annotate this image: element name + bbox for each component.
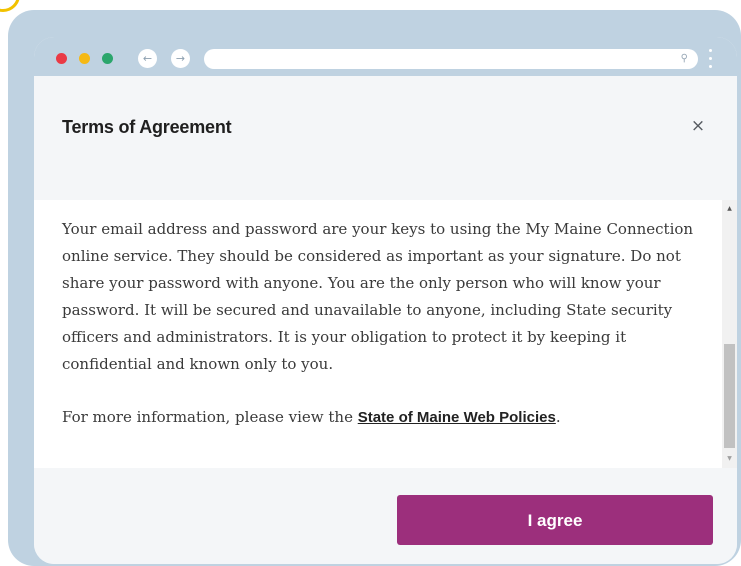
address-bar[interactable]: ⚲ bbox=[204, 49, 698, 69]
device-frame: ← → ⚲ Terms of Agreement × Your email ad… bbox=[8, 10, 741, 566]
scrollbar-thumb[interactable] bbox=[724, 344, 735, 448]
modal-footer: I agree bbox=[34, 468, 737, 564]
more-info-paragraph: For more information, please view the St… bbox=[62, 404, 702, 431]
browser-toolbar: ← → ⚲ bbox=[34, 37, 737, 76]
back-arrow-icon[interactable]: ← bbox=[138, 49, 157, 68]
forward-arrow-icon[interactable]: → bbox=[171, 49, 190, 68]
agree-button[interactable]: I agree bbox=[397, 495, 713, 545]
scroll-down-arrow-icon[interactable]: ▼ bbox=[722, 452, 737, 466]
web-policies-link[interactable]: State of Maine Web Policies bbox=[358, 409, 556, 426]
browser-window: ← → ⚲ Terms of Agreement × Your email ad… bbox=[34, 37, 737, 564]
modal-header: Terms of Agreement × bbox=[34, 76, 737, 200]
close-icon[interactable]: × bbox=[686, 114, 710, 138]
more-menu-icon[interactable] bbox=[709, 49, 713, 71]
more-info-prefix: For more information, please view the bbox=[62, 408, 358, 426]
search-icon[interactable]: ⚲ bbox=[681, 49, 688, 69]
window-maximize-dot[interactable] bbox=[102, 53, 113, 64]
terms-content: Your email address and password are your… bbox=[34, 200, 737, 468]
window-minimize-dot[interactable] bbox=[79, 53, 90, 64]
corner-accent-decoration bbox=[0, 0, 20, 12]
more-info-suffix: . bbox=[555, 408, 561, 426]
window-close-dot[interactable] bbox=[56, 53, 67, 64]
terms-paragraph: Your email address and password are your… bbox=[62, 220, 694, 373]
vertical-scrollbar[interactable]: ▲ ▼ bbox=[722, 200, 737, 468]
scroll-up-arrow-icon[interactable]: ▲ bbox=[722, 202, 737, 216]
terms-text: Your email address and password are your… bbox=[62, 216, 702, 457]
modal-title: Terms of Agreement bbox=[62, 117, 232, 137]
